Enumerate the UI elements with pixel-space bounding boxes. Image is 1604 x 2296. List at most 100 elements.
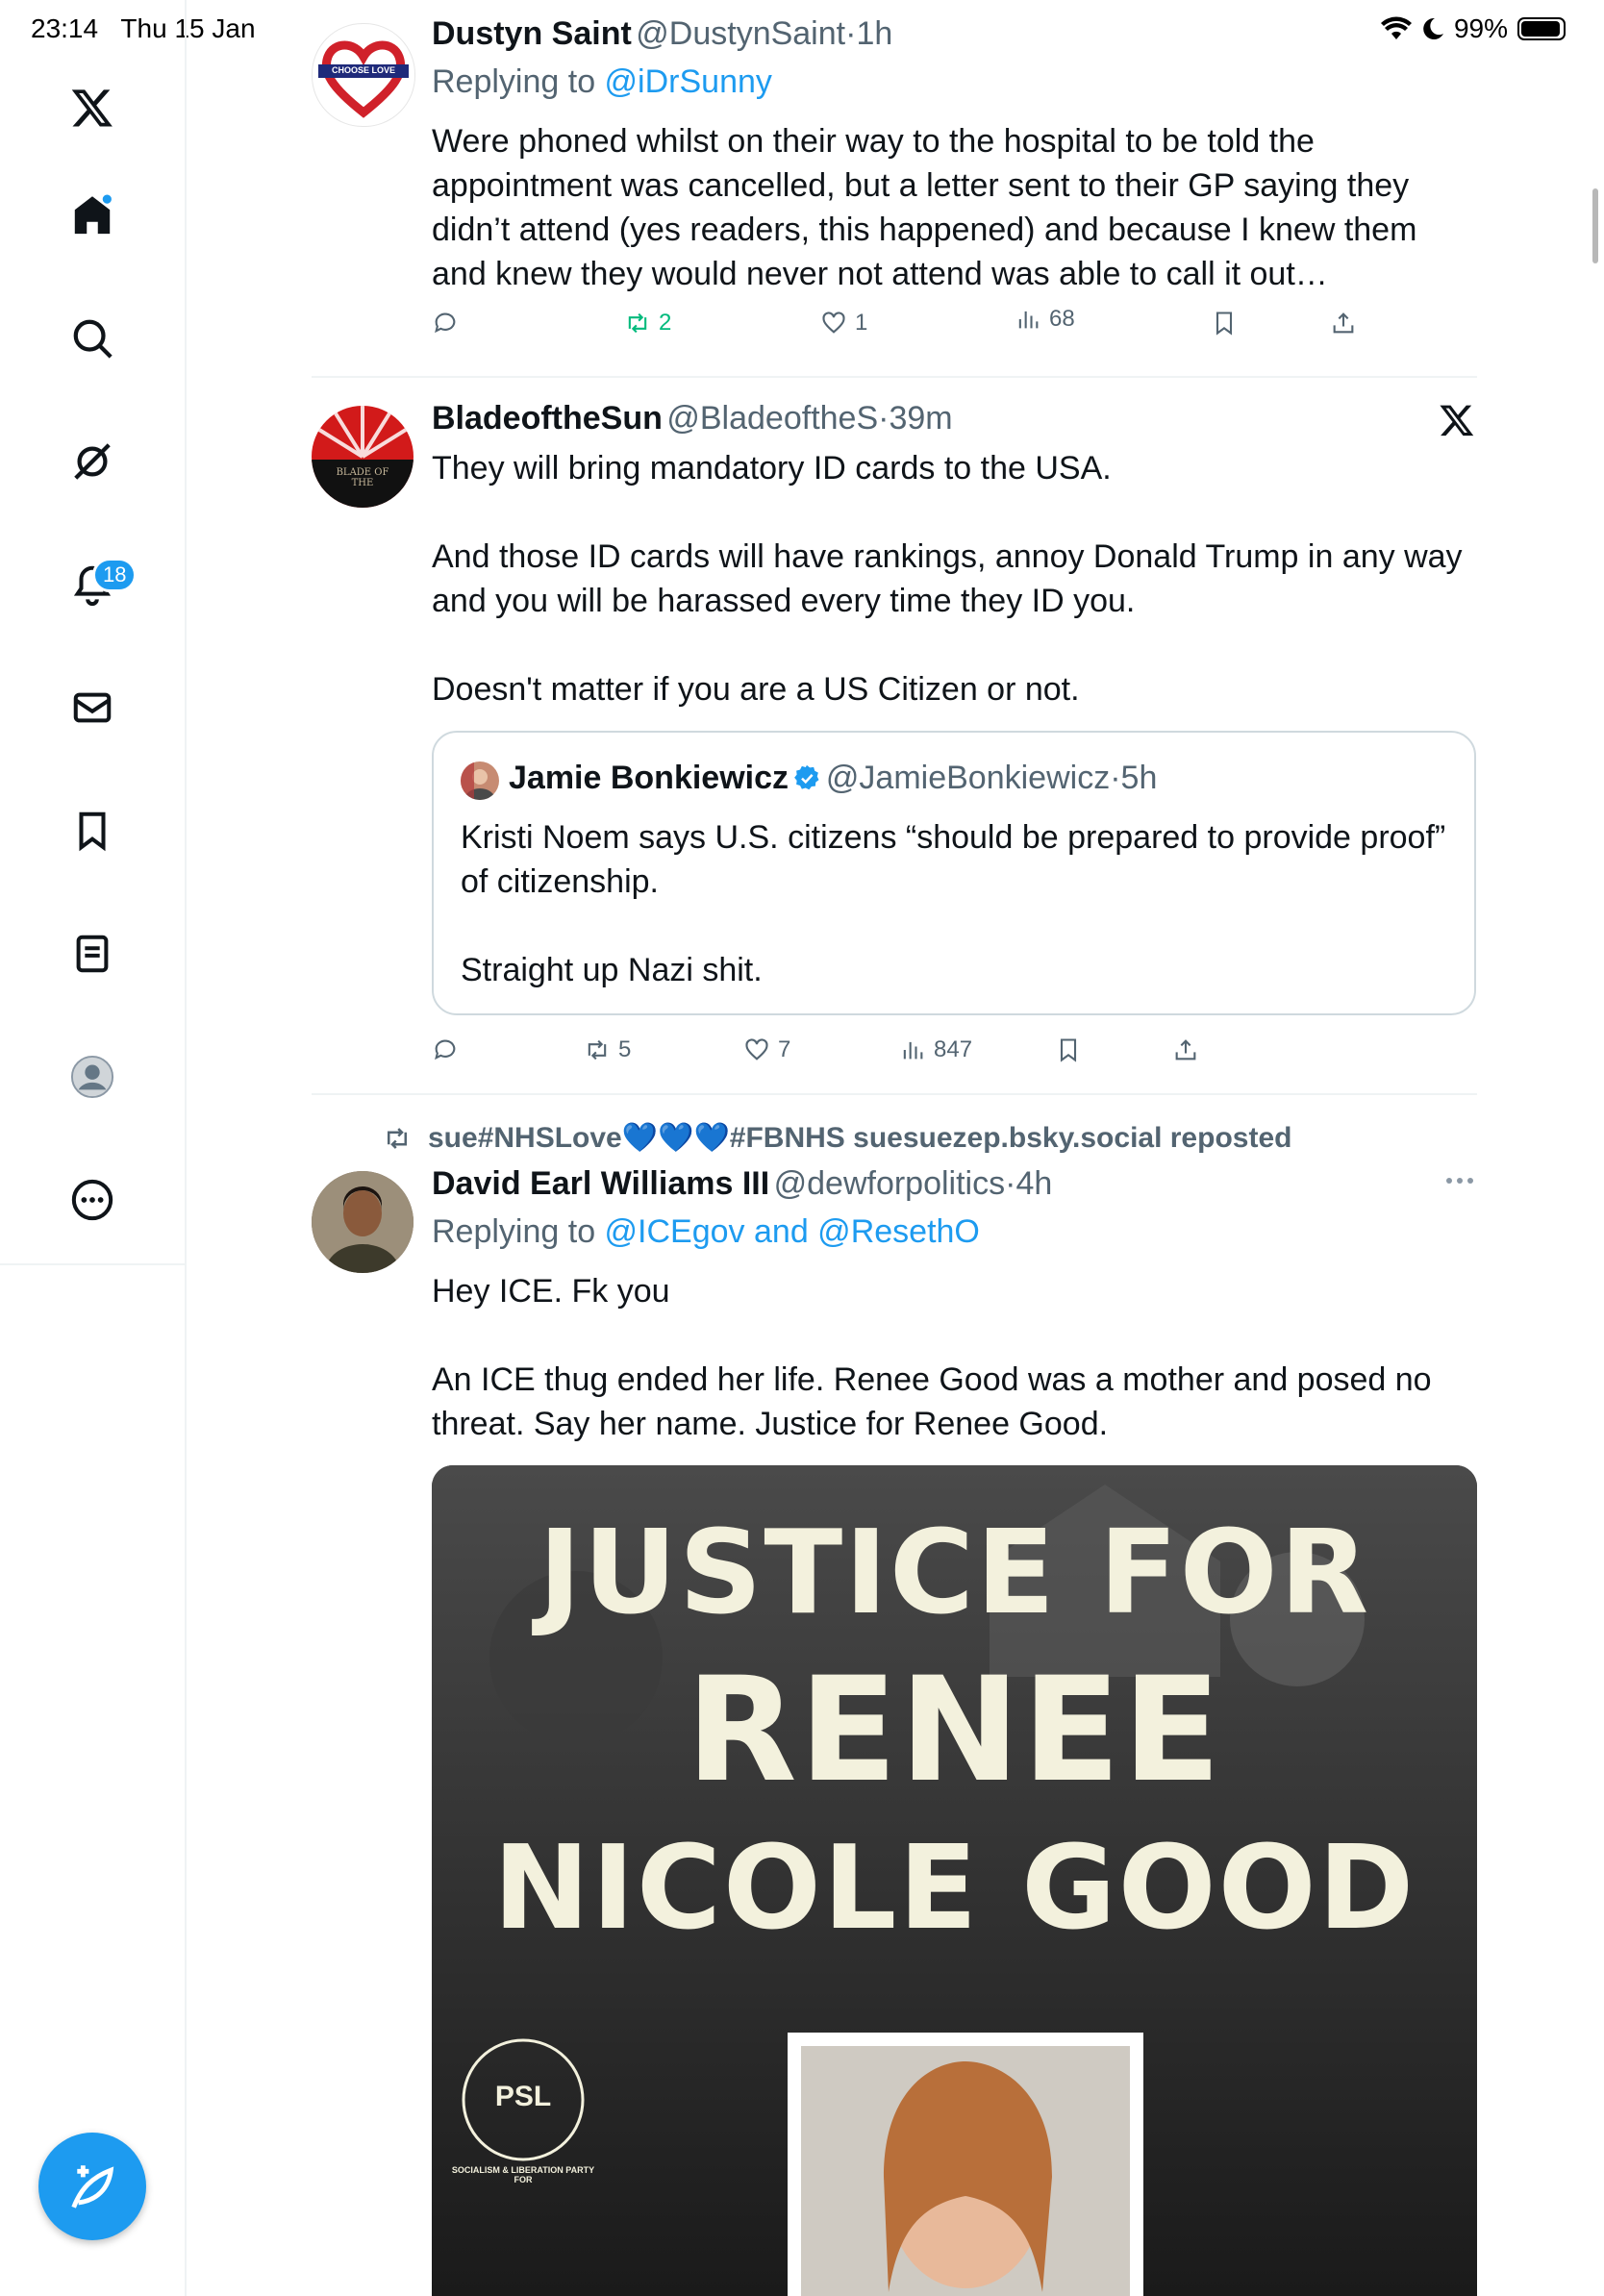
bookmark-button[interactable] — [1211, 310, 1238, 337]
user-handle[interactable]: @dewforpolitics — [774, 1165, 1006, 1202]
poster-headline-line2: RENEE — [686, 1647, 1223, 1814]
views-bar-chart-icon — [1018, 311, 1039, 329]
retweet-icon — [628, 312, 647, 334]
quote-user-handle[interactable]: @JamieBonkiewicz — [826, 760, 1110, 796]
retweet-button[interactable]: 5 — [584, 1036, 631, 1063]
profile-avatar-icon[interactable] — [67, 1052, 117, 1102]
battery-percent: 99% — [1453, 13, 1508, 43]
avatar-label: CHOOSE LOVE — [331, 65, 395, 75]
avatar[interactable] — [312, 1171, 414, 1273]
separator-dot: · — [878, 400, 890, 437]
reply-mention-link[interactable]: @ICEgov and @ResethO — [605, 1213, 980, 1250]
reposted-by-text: sue#NHSLove💙💙💙#FBNHS suesuezep.bsky.soci… — [428, 1122, 1292, 1154]
replying-to: Replying to @ICEgov and @ResethO — [432, 1213, 980, 1251]
reply-button[interactable] — [432, 310, 459, 337]
reply-button[interactable] — [432, 1036, 459, 1063]
avatar[interactable]: BLADE OF THE — [312, 406, 414, 508]
display-name[interactable]: BladeoftheSun — [432, 400, 663, 437]
like-count: 7 — [778, 1036, 791, 1062]
separator-dot: · — [845, 15, 857, 52]
heart-icon — [822, 312, 845, 334]
poster-headline-line3: NICOLE GOOD — [492, 1822, 1416, 1956]
reply-icon — [435, 312, 456, 334]
x-logo-icon[interactable] — [67, 83, 117, 133]
quote-avatar[interactable] — [461, 761, 499, 800]
repost-icon — [388, 1127, 407, 1149]
scroll-indicator[interactable] — [1592, 188, 1598, 263]
avatar[interactable]: CHOOSE LOVE — [312, 23, 415, 127]
bookmarks-icon[interactable] — [67, 806, 117, 856]
sidebar-nav: 18 — [0, 0, 187, 2296]
share-button[interactable] — [1172, 1036, 1199, 1063]
replying-prefix: Replying to — [432, 1213, 605, 1250]
moon-icon — [1423, 17, 1443, 39]
retweet-count: 5 — [618, 1036, 632, 1062]
share-button[interactable] — [1330, 310, 1357, 337]
tweet-header: BladeoftheSun @BladeoftheS·39m — [432, 400, 953, 437]
messages-mail-icon[interactable] — [67, 683, 117, 733]
tweet-header: Dustyn Saint @DustynSaint·1h — [432, 15, 892, 53]
search-icon[interactable] — [67, 313, 117, 363]
compose-feather-icon — [71, 2165, 114, 2209]
quoted-tweet[interactable]: Jamie Bonkiewicz @JamieBonkiewicz·5h Kri… — [432, 731, 1476, 1015]
bookmark-icon — [1216, 312, 1233, 336]
bookmark-button[interactable] — [1055, 1036, 1082, 1063]
home-icon[interactable] — [67, 190, 117, 240]
display-name[interactable]: David Earl Williams III — [432, 1165, 769, 1202]
like-count: 1 — [855, 310, 868, 336]
poster-headline-line1: JUSTICE FOR — [538, 1507, 1371, 1640]
views-button[interactable]: 68 — [1015, 306, 1075, 333]
quote-header: Jamie Bonkiewicz @JamieBonkiewicz·5h — [509, 760, 1157, 797]
separator-dot: · — [1110, 760, 1121, 796]
verified-badge-icon — [794, 764, 819, 790]
quote-timestamp[interactable]: 5h — [1121, 760, 1158, 796]
display-name[interactable]: Dustyn Saint — [432, 15, 632, 52]
sidebar-divider — [0, 1263, 185, 1265]
status-indicators: 99% — [1380, 13, 1566, 44]
quote-text: Kristi Noem says U.S. citizens “should b… — [461, 819, 1446, 988]
heart-icon — [745, 1038, 768, 1061]
psl-logo: PSL — [494, 2081, 552, 2112]
quote-display-name[interactable]: Jamie Bonkiewicz — [509, 760, 789, 796]
tweet-text: Hey ICE. Fk you An ICE thug ended her li… — [432, 1273, 1432, 1442]
timestamp[interactable]: 4h — [1015, 1165, 1052, 1202]
tweet-divider — [312, 376, 1477, 378]
reply-icon — [435, 1039, 456, 1061]
retweet-icon — [588, 1039, 607, 1061]
retweet-count: 2 — [659, 310, 672, 336]
like-button[interactable]: 7 — [743, 1036, 790, 1063]
views-button[interactable]: 847 — [899, 1036, 972, 1063]
views-bar-chart-icon — [903, 1041, 923, 1060]
user-handle[interactable]: @BladeoftheS — [666, 400, 878, 437]
share-icon — [1175, 1039, 1196, 1061]
views-count: 847 — [934, 1036, 973, 1062]
reply-mention-link[interactable]: @iDrSunny — [605, 63, 772, 100]
x-post-icon[interactable] — [1439, 402, 1477, 440]
avatar-label: BLADE OF THE — [336, 467, 389, 488]
like-button[interactable]: 1 — [820, 310, 867, 337]
tweet-image[interactable]: JUSTICE FOR RENEE NICOLE GOOD PSL SOCIAL… — [432, 1465, 1477, 2296]
replying-prefix: Replying to — [432, 63, 605, 100]
reposted-by[interactable]: sue#NHSLove💙💙💙#FBNHS suesuezep.bsky.soci… — [380, 1121, 1291, 1155]
psl-logo-ring-text: SOCIALISM & LIBERATION PARTY FOR — [451, 2165, 595, 2184]
notifications-badge: 18 — [92, 558, 138, 592]
replying-to: Replying to @iDrSunny — [432, 63, 772, 101]
retweet-button[interactable]: 2 — [624, 310, 671, 337]
tweet-header: David Earl Williams III @dewforpolitics·… — [432, 1165, 1052, 1203]
separator-dot: · — [1005, 1165, 1016, 1202]
more-options-icon[interactable] — [67, 1175, 117, 1225]
battery-icon — [1517, 17, 1566, 40]
timestamp[interactable]: 1h — [856, 15, 892, 52]
more-options-icon[interactable] — [1444, 1173, 1475, 1190]
user-handle[interactable]: @DustynSaint — [636, 15, 845, 52]
share-icon — [1333, 312, 1354, 334]
compose-post-button[interactable] — [38, 2133, 146, 2240]
views-count: 68 — [1049, 306, 1075, 332]
wifi-icon — [1380, 16, 1412, 39]
tweet-text: They will bring mandatory ID cards to th… — [432, 450, 1463, 708]
timestamp[interactable]: 39m — [889, 400, 952, 437]
lists-icon[interactable] — [67, 929, 117, 979]
bookmark-icon — [1060, 1038, 1077, 1062]
grok-icon[interactable] — [67, 437, 117, 487]
tweet-text: Were phoned whilst on their way to the h… — [432, 123, 1426, 292]
